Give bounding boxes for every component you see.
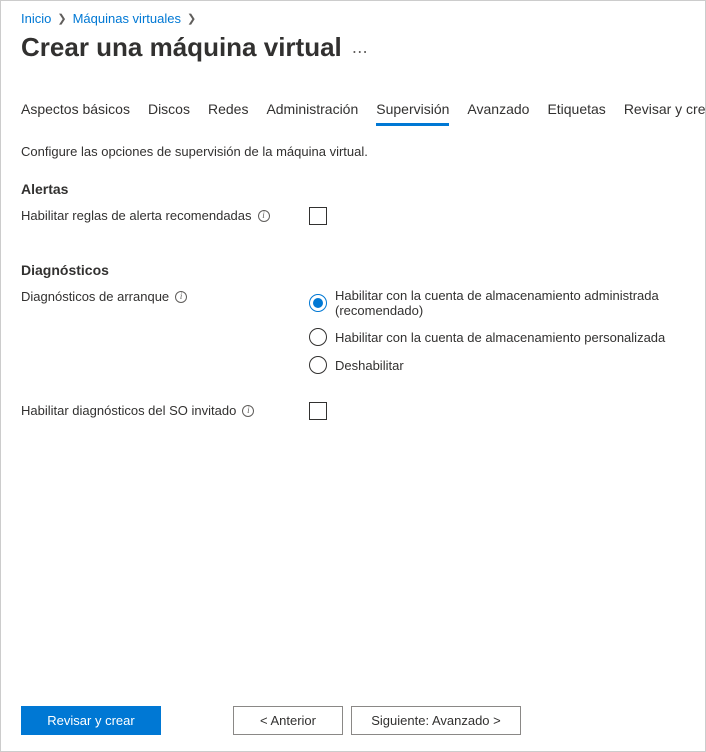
radio-boot-custom-label: Habilitar con la cuenta de almacenamient… (335, 330, 665, 345)
radio-boot-managed-label: Habilitar con la cuenta de almacenamient… (335, 288, 685, 318)
radio-icon (309, 328, 327, 346)
tabs: Aspectos básicos Discos Redes Administra… (1, 63, 705, 126)
tab-monitoring[interactable]: Supervisión (376, 101, 449, 126)
label-alert-rules-text: Habilitar reglas de alerta recomendadas (21, 208, 252, 223)
section-alerts-heading: Alertas (21, 181, 685, 197)
radio-icon (309, 356, 327, 374)
row-guest-diagnostics: Habilitar diagnósticos del SO invitado i (21, 402, 685, 423)
row-alert-rules: Habilitar reglas de alerta recomendadas … (21, 207, 685, 228)
breadcrumb-home[interactable]: Inicio (21, 11, 51, 26)
info-icon[interactable]: i (258, 210, 270, 222)
info-icon[interactable]: i (242, 405, 254, 417)
chevron-right-icon: ❯ (57, 12, 66, 25)
label-boot-diagnostics-text: Diagnósticos de arranque (21, 289, 169, 304)
tab-review[interactable]: Revisar y crear (624, 101, 706, 126)
section-diagnostics-heading: Diagnósticos (21, 262, 685, 278)
more-actions-icon[interactable]: ⋯ (352, 42, 369, 62)
radio-icon (309, 294, 327, 312)
label-boot-diagnostics: Diagnósticos de arranque i (21, 288, 309, 304)
tab-tags[interactable]: Etiquetas (547, 101, 605, 126)
checkbox-guest-diagnostics[interactable] (309, 402, 327, 420)
radio-boot-managed[interactable]: Habilitar con la cuenta de almacenamient… (309, 288, 685, 318)
tab-disks[interactable]: Discos (148, 101, 190, 126)
radio-boot-custom[interactable]: Habilitar con la cuenta de almacenamient… (309, 328, 685, 346)
intro-text: Configure las opciones de supervisión de… (21, 144, 685, 159)
content: Configure las opciones de supervisión de… (1, 126, 705, 423)
chevron-right-icon: ❯ (187, 12, 196, 25)
page-title-row: Crear una máquina virtual ⋯ (1, 30, 705, 63)
label-guest-diagnostics: Habilitar diagnósticos del SO invitado i (21, 402, 309, 418)
radio-boot-disable[interactable]: Deshabilitar (309, 356, 685, 374)
row-boot-diagnostics: Diagnósticos de arranque i Habilitar con… (21, 288, 685, 374)
review-create-button[interactable]: Revisar y crear (21, 706, 161, 735)
footer: Revisar y crear < Anterior Siguiente: Av… (1, 694, 705, 751)
tab-management[interactable]: Administración (266, 101, 358, 126)
tab-advanced[interactable]: Avanzado (467, 101, 529, 126)
breadcrumb: Inicio ❯ Máquinas virtuales ❯ (1, 1, 705, 30)
next-button[interactable]: Siguiente: Avanzado > (351, 706, 521, 735)
page-title: Crear una máquina virtual (21, 32, 342, 63)
label-alert-rules: Habilitar reglas de alerta recomendadas … (21, 207, 309, 223)
breadcrumb-vms[interactable]: Máquinas virtuales (73, 11, 181, 26)
label-guest-diagnostics-text: Habilitar diagnósticos del SO invitado (21, 403, 236, 418)
tab-networking[interactable]: Redes (208, 101, 248, 126)
radio-boot-disable-label: Deshabilitar (335, 358, 404, 373)
radio-group-boot: Habilitar con la cuenta de almacenamient… (309, 288, 685, 374)
info-icon[interactable]: i (175, 291, 187, 303)
tab-basics[interactable]: Aspectos básicos (21, 101, 130, 126)
previous-button[interactable]: < Anterior (233, 706, 343, 735)
checkbox-alert-rules[interactable] (309, 207, 327, 225)
